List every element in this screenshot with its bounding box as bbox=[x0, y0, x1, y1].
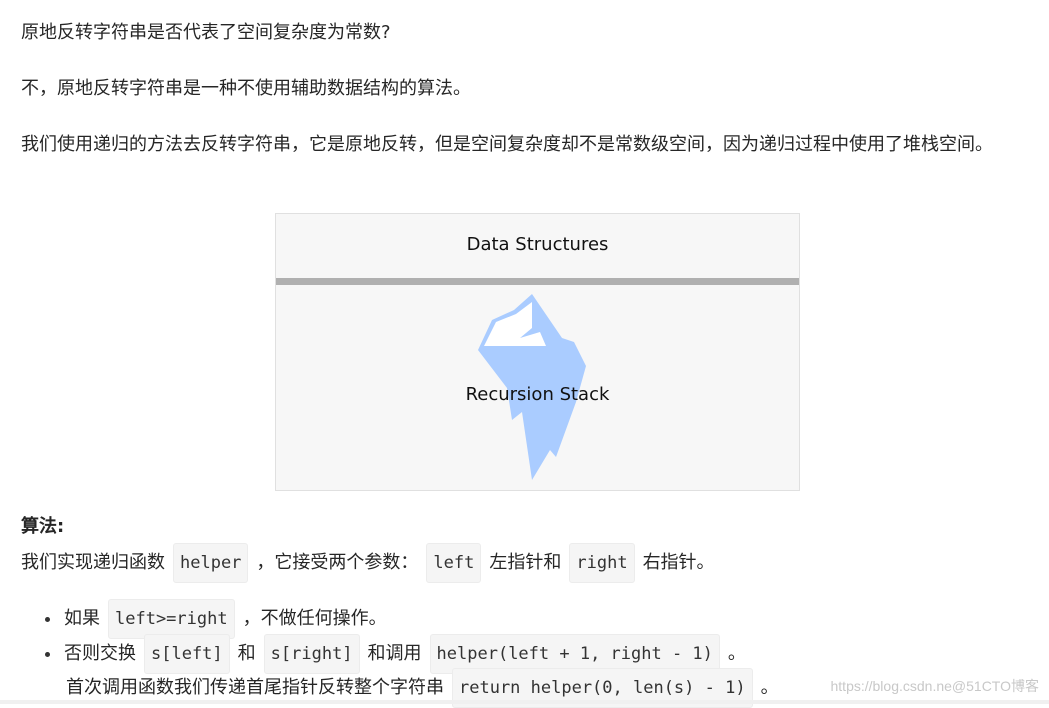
intro-text: 左指针和 bbox=[489, 552, 562, 573]
bullet-text: ，不做任何操作。 bbox=[242, 608, 387, 629]
iceberg-figure: Data Structures Recursion Stack bbox=[275, 213, 800, 491]
waterline-divider bbox=[276, 278, 799, 285]
intro-text: 我们实现递归函数 bbox=[21, 552, 165, 573]
intro-text: ，它接受两个参数： bbox=[256, 552, 419, 573]
bullet-text: 和调用 bbox=[367, 643, 422, 664]
watermark: https://blog.csdn.ne@51CTO博客 bbox=[830, 678, 1040, 694]
code-left: left bbox=[426, 543, 482, 583]
figure-label: Recursion Stack bbox=[465, 384, 610, 405]
code-condition: left>=right bbox=[108, 599, 235, 639]
bullet-text: 。 bbox=[727, 643, 746, 664]
code-right: right bbox=[569, 543, 635, 583]
bullet-text: 否则交换 bbox=[64, 643, 136, 664]
bullet-text: 和 bbox=[237, 643, 256, 664]
algorithm-intro: 我们实现递归函数 helper ，它接受两个参数： left 左指针和 righ… bbox=[21, 543, 715, 583]
answer-paragraph: 不，原地反转字符串是一种不使用辅助数据结构的算法。 bbox=[21, 78, 471, 99]
question-paragraph: 原地反转字符串是否代表了空间复杂度为常数? bbox=[21, 22, 391, 43]
bullet-icon bbox=[45, 616, 50, 622]
intro-text: 右指针。 bbox=[642, 552, 715, 573]
bullet-text: 如果 bbox=[64, 608, 100, 629]
algorithm-heading: 算法: bbox=[21, 516, 65, 537]
explanation-paragraph: 我们使用递归的方法去反转字符串，它是原地反转，但是空间复杂度却不是常数级空间，因… bbox=[21, 134, 993, 155]
list-item: 如果 left>=right ，不做任何操作。 bbox=[45, 599, 387, 639]
code-helper: helper bbox=[173, 543, 249, 583]
bottom-divider bbox=[0, 700, 1049, 704]
bullet-icon bbox=[45, 651, 50, 657]
figure-title: Data Structures bbox=[466, 234, 609, 255]
